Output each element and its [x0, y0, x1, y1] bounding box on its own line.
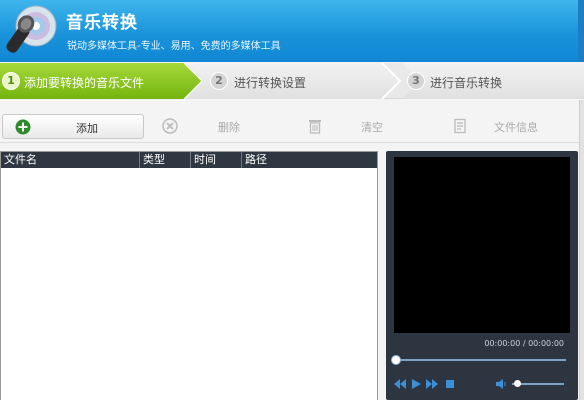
volume-icon[interactable]: [496, 378, 508, 390]
add-button[interactable]: 添加: [2, 114, 144, 139]
seek-bar[interactable]: [396, 359, 566, 361]
play-icon[interactable]: [410, 378, 422, 390]
app-title: 音乐转换: [66, 13, 138, 33]
delete-button[interactable]: 删除: [150, 114, 290, 139]
file-info-button[interactable]: 文件信息: [440, 114, 580, 139]
stop-icon[interactable]: [444, 378, 456, 390]
microphone-cd-logo-icon: [6, 5, 57, 53]
app-header: 音乐转换 锐动多媒体工具-专业、易用、免费的多媒体工具: [0, 0, 584, 62]
step-3-number: 3: [407, 72, 425, 90]
file-list[interactable]: 文件名 类型 时间 路径: [0, 151, 378, 400]
toolbar-divider: [0, 142, 584, 143]
toolbar: 添加 删除 清空 文件信息: [0, 110, 584, 142]
volume-handle[interactable]: [514, 380, 522, 387]
column-header-type[interactable]: 类型: [140, 152, 191, 168]
add-label: 添加: [76, 122, 98, 135]
step-1-number: 1: [2, 72, 20, 90]
rewind-icon[interactable]: [394, 378, 406, 390]
step-2-number: 2: [210, 72, 228, 90]
seek-handle[interactable]: [391, 355, 401, 365]
delete-label: 删除: [218, 121, 240, 134]
video-preview: [394, 157, 570, 333]
add-icon: [15, 119, 31, 135]
file-info-label: 文件信息: [494, 121, 538, 134]
header-edge: [578, 0, 584, 62]
app-subtitle: 锐动多媒体工具-专业、易用、免费的多媒体工具: [67, 41, 281, 52]
step-2-label: 进行转换设置: [234, 76, 307, 90]
column-header-time[interactable]: 时间: [191, 152, 242, 168]
column-header-filename[interactable]: 文件名: [1, 152, 140, 168]
list-header: 文件名 类型 时间 路径: [1, 152, 377, 168]
preview-player: 00:00:00 / 00:00:00: [386, 151, 578, 400]
column-header-path[interactable]: 路径: [242, 152, 377, 168]
clear-button[interactable]: 清空: [295, 114, 435, 139]
step-bar: 1 添加要转换的音乐文件 2 进行转换设置 3 进行音乐转换: [0, 63, 584, 99]
delete-icon: [162, 118, 178, 134]
step-3-label: 进行音乐转换: [430, 76, 503, 90]
clear-label: 清空: [361, 121, 383, 134]
window-right-edge: [579, 100, 584, 400]
step-1-label: 添加要转换的音乐文件: [24, 76, 145, 90]
fast-forward-icon[interactable]: [426, 378, 438, 390]
document-icon: [454, 118, 466, 134]
trash-icon: [309, 120, 321, 134]
time-readout: 00:00:00 / 00:00:00: [484, 339, 564, 348]
